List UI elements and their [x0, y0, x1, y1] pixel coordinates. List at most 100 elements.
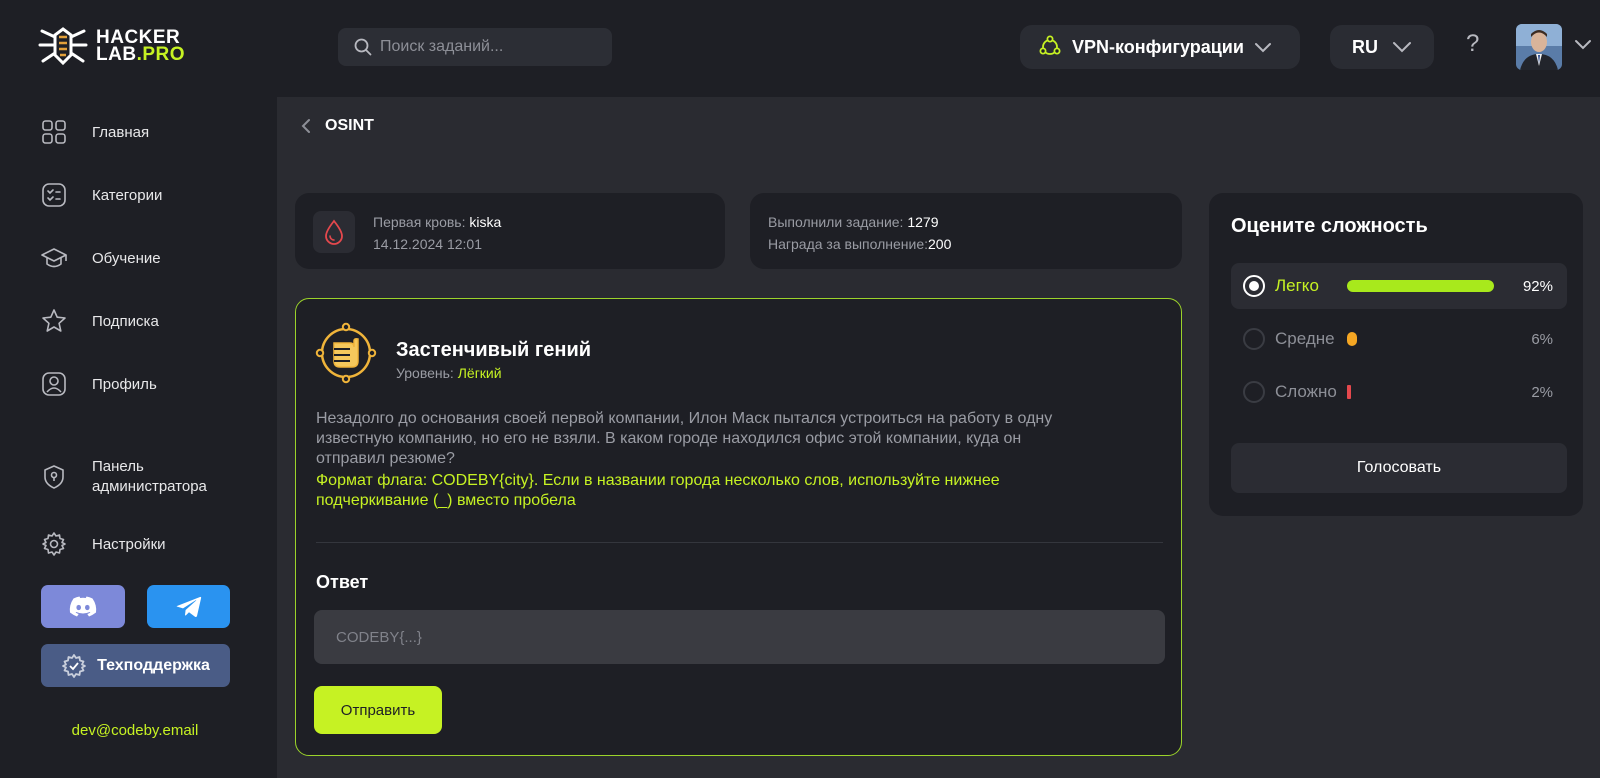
first-blood-line: Первая кровь: kiska: [373, 211, 501, 233]
logo-line2b: .PRO: [136, 44, 186, 65]
rating-bar-track: [1347, 385, 1507, 399]
task-card: Застенчивый гений Уровень: Лёгкий Незадо…: [295, 298, 1182, 756]
submit-button[interactable]: Отправить: [314, 686, 442, 734]
logo-text: HACKER LAB.PRO: [96, 28, 186, 65]
rating-option-easy[interactable]: Легко 92%: [1231, 263, 1567, 309]
support-button[interactable]: Техподдержка: [41, 644, 230, 687]
vpn-config-button[interactable]: VPN-конфигурации: [1020, 25, 1300, 69]
reward-value: 200: [928, 236, 952, 252]
divider: [316, 542, 1163, 543]
rating-option-medium[interactable]: Средне 6%: [1231, 316, 1567, 362]
rating-percent: 2%: [1531, 383, 1553, 401]
vpn-network-icon: [1039, 35, 1061, 55]
difficulty-rating-card: Оцените сложность Легко 92% Средне 6% Сл…: [1209, 193, 1583, 516]
rating-option-hard[interactable]: Сложно 2%: [1231, 369, 1567, 415]
chevron-down-icon: [1393, 42, 1411, 53]
solved-label: Выполнили задание:: [768, 214, 904, 230]
reward-label: Награда за выполнение:: [768, 236, 928, 252]
user-photo-icon: [1516, 24, 1562, 70]
logo-line2a: LAB: [96, 44, 137, 65]
first-blood-card: Первая кровь: kiska 14.12.2024 12:01: [295, 193, 725, 269]
rating-bar-track: [1347, 280, 1507, 292]
answer-input[interactable]: [314, 610, 1165, 664]
logo-emblem-icon: [38, 27, 88, 66]
sidebar-item-label: Главная: [92, 123, 150, 141]
sidebar: Главная Категории Обучение Подписка Проф…: [0, 97, 277, 778]
sidebar-item-home[interactable]: Главная: [40, 118, 149, 146]
first-blood-date: 14.12.2024 12:01: [373, 236, 482, 252]
grid-icon: [40, 118, 68, 146]
sidebar-item-categories[interactable]: Категории: [40, 181, 162, 209]
task-stats: Выполнили задание: 1279 Награда за выпол…: [768, 211, 951, 255]
checklist-icon: [40, 181, 68, 209]
first-blood-user: kiska: [469, 214, 502, 230]
vpn-label: VPN-конфигурации: [1072, 36, 1244, 57]
sidebar-item-profile[interactable]: Профиль: [40, 370, 157, 398]
task-level: Уровень: Лёгкий: [396, 365, 502, 381]
solved-value: 1279: [907, 214, 939, 230]
sidebar-item-label: Подписка: [92, 312, 159, 330]
radio-button[interactable]: [1243, 328, 1265, 350]
logo[interactable]: HACKER LAB.PRO: [38, 25, 185, 67]
task-level-label: Уровень:: [396, 365, 454, 381]
support-label: Техподдержка: [97, 656, 210, 674]
sidebar-item-label: Обучение: [92, 249, 161, 267]
sidebar-item-label: Категории: [92, 186, 163, 204]
sidebar-item-label: Панель администратора: [92, 458, 207, 495]
answer-label: Ответ: [316, 572, 369, 592]
radio-button[interactable]: [1243, 381, 1265, 403]
avatar[interactable]: [1516, 24, 1562, 70]
fist-badge-icon: [314, 321, 378, 385]
breadcrumb[interactable]: OSINT: [301, 117, 374, 135]
sidebar-item-subscription[interactable]: Подписка: [40, 307, 159, 335]
language-label: RU: [1352, 36, 1378, 57]
chevron-down-icon: [1254, 43, 1271, 53]
breadcrumb-category: OSINT: [325, 117, 374, 134]
rating-bar-fill: [1347, 385, 1351, 399]
sidebar-item-admin-panel[interactable]: Панель администратора: [40, 457, 240, 497]
sidebar-item-learning[interactable]: Обучение: [40, 244, 161, 272]
sidebar-item-settings[interactable]: Настройки: [40, 530, 166, 558]
star-icon: [40, 307, 68, 335]
chevron-down-icon[interactable]: [1574, 38, 1592, 50]
sidebar-item-label: Настройки: [92, 535, 166, 553]
rating-option-label: Средне: [1275, 329, 1335, 348]
search-input[interactable]: [380, 38, 600, 56]
first-blood-info: Первая кровь: kiska 14.12.2024 12:01: [373, 211, 501, 255]
graduation-cap-icon: [40, 244, 68, 272]
rating-option-label: Сложно: [1275, 382, 1337, 401]
sidebar-item-label: Профиль: [92, 375, 157, 393]
rating-bar-track: [1347, 332, 1507, 346]
shield-icon: [40, 463, 68, 491]
search-box: [338, 28, 612, 66]
reward-line: Награда за выполнение:200: [768, 233, 951, 255]
support-gear-icon: [62, 653, 86, 678]
rating-bar-fill: [1347, 280, 1494, 292]
telegram-icon: [176, 596, 201, 617]
first-blood-label: Первая кровь:: [373, 214, 466, 230]
chevron-left-icon[interactable]: [301, 118, 311, 134]
task-title: Застенчивый гений: [396, 339, 592, 361]
search-icon: [354, 38, 372, 56]
blood-drop-icon: [313, 211, 355, 253]
rating-percent: 6%: [1531, 330, 1553, 348]
telegram-button[interactable]: [147, 585, 230, 628]
main-content: OSINT Первая кровь: kiska 14.12.2024 12:…: [277, 97, 1600, 778]
radio-dot: [1249, 281, 1259, 291]
vote-button[interactable]: Голосовать: [1231, 443, 1567, 493]
gear-icon: [40, 530, 68, 558]
task-level-value: Лёгкий: [457, 365, 502, 381]
discord-icon: [69, 596, 97, 616]
task-flag-format: Формат флага: CODEBY{city}. Если в назва…: [316, 472, 1000, 509]
logo-line2: LAB.PRO: [96, 44, 186, 65]
rating-percent: 92%: [1522, 277, 1553, 295]
rating-bar-fill: [1347, 332, 1357, 346]
radio-button[interactable]: [1243, 275, 1265, 297]
task-stats-card: Выполнили задание: 1279 Награда за выпол…: [750, 193, 1182, 269]
solved-line: Выполнили задание: 1279: [768, 211, 951, 233]
help-icon[interactable]: ?: [1466, 30, 1479, 58]
discord-button[interactable]: [41, 585, 125, 628]
rating-option-label: Легко: [1275, 276, 1319, 295]
language-selector[interactable]: RU: [1330, 25, 1434, 69]
support-email-link[interactable]: dev@codeby.email: [0, 722, 270, 739]
